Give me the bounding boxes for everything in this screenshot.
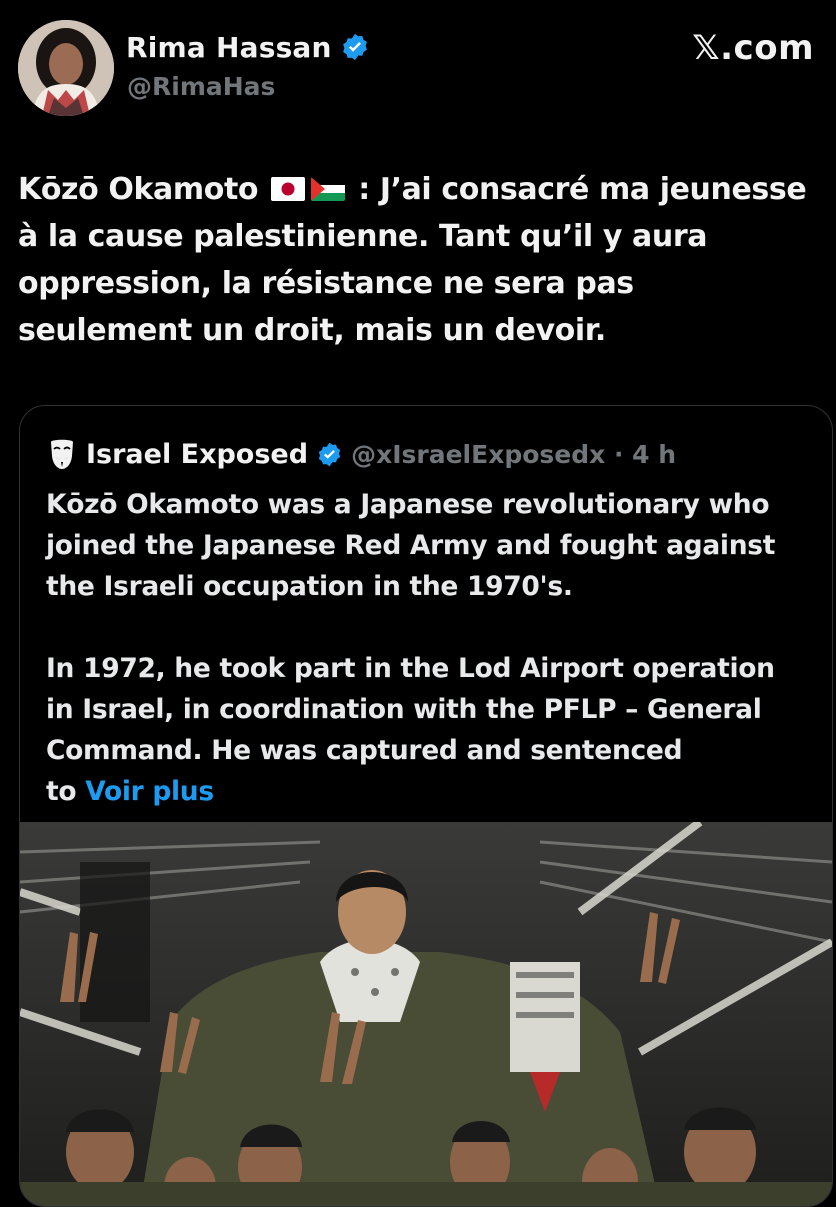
verified-badge-icon (340, 32, 370, 62)
quoted-line: In 1972, he took part in the Lod Airport… (46, 653, 775, 684)
quoted-post-card[interactable]: Israel Exposed @xIsraelExposedx · 4 h Kō… (19, 405, 833, 1207)
quoted-line: to Voir plus (46, 776, 214, 807)
quoted-post-photo[interactable] (20, 822, 832, 1206)
japan-flag-icon (271, 177, 306, 201)
x-brand-watermark: 𝕏.com (692, 28, 814, 68)
quoted-post-header: Israel Exposed @xIsraelExposedx · 4 h (48, 436, 676, 472)
guy-fawkes-mask-icon (48, 438, 76, 470)
post-line: Kōzō Okamoto : J’ai consacré ma jeunesse (18, 172, 807, 207)
post-line: oppression, la résistance ne sera pas (18, 266, 634, 301)
archival-crowd-photo (20, 822, 832, 1206)
post-text: Kōzō Okamoto : J’ai consacré ma jeunesse… (18, 166, 834, 354)
quoted-verified-badge-icon (316, 441, 343, 468)
author-display-name[interactable]: Rima Hassan (126, 31, 332, 64)
palestine-flag-icon (311, 177, 346, 201)
post-line: seulement un droit, mais un devoir. (18, 313, 606, 348)
quoted-post-text: Kōzō Okamoto was a Japanese revolutionar… (46, 484, 826, 812)
quoted-author-name[interactable]: Israel Exposed (86, 439, 308, 470)
avatar-image (18, 20, 114, 116)
quoted-line: Command. He was captured and sentenced (46, 735, 683, 766)
quoted-handle-and-time[interactable]: @xIsraelExposedx · 4 h (351, 440, 676, 469)
avatar[interactable] (18, 20, 114, 116)
quoted-line: joined the Japanese Red Army and fought … (46, 530, 776, 561)
post-line: à la cause palestinienne. Tant qu’il y a… (18, 219, 708, 254)
quoted-line: the Israeli occupation in the 1970's. (46, 571, 573, 602)
author-handle[interactable]: @RimaHas (127, 72, 275, 101)
see-more-link[interactable]: Voir plus (85, 776, 214, 807)
quoted-line: in Israel, in coordination with the PFLP… (46, 694, 762, 725)
quoted-line: Kōzō Okamoto was a Japanese revolutionar… (46, 489, 770, 520)
post-header: Rima Hassan @RimaHas 𝕏.com (0, 0, 836, 130)
